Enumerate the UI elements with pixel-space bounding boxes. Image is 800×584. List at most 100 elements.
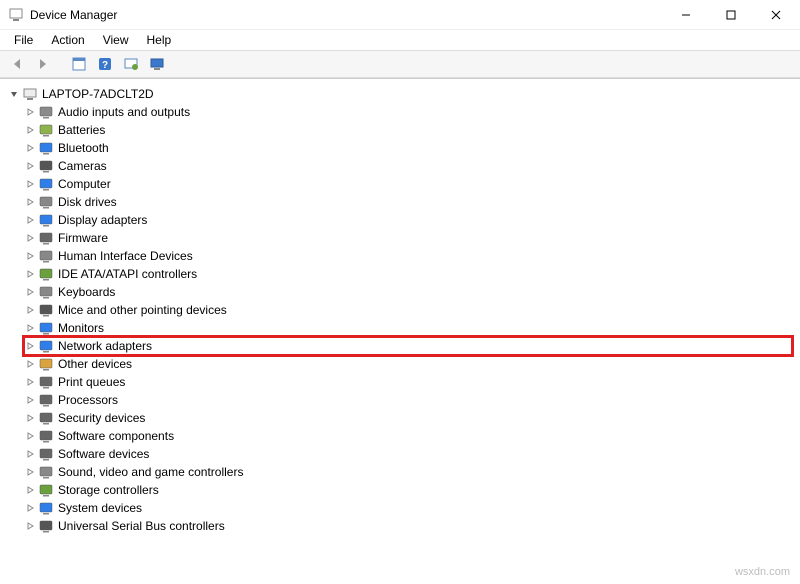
monitor-button[interactable] [146,53,168,75]
system-icon [38,500,54,516]
tree-item[interactable]: IDE ATA/ATAPI controllers [24,265,792,283]
expand-icon[interactable] [24,484,36,496]
tree-item[interactable]: Print queues [24,373,792,391]
tree-item[interactable]: Firmware [24,229,792,247]
expand-icon[interactable] [24,430,36,442]
tree-item-label: Processors [56,393,118,407]
expand-icon[interactable] [24,160,36,172]
expand-icon[interactable] [24,196,36,208]
disk-icon [38,194,54,210]
maximize-button[interactable] [708,0,753,30]
display-icon [38,212,54,228]
keyboard-icon [38,284,54,300]
expand-icon[interactable] [24,376,36,388]
tree-item[interactable]: Human Interface Devices [24,247,792,265]
expand-icon[interactable] [24,394,36,406]
expand-icon[interactable] [24,214,36,226]
tree-item[interactable]: Software components [24,427,792,445]
tree-item-label: Human Interface Devices [56,249,193,263]
expand-icon[interactable] [24,412,36,424]
expand-icon[interactable] [24,250,36,262]
tree-item[interactable]: Security devices [24,409,792,427]
back-button[interactable] [6,53,28,75]
tree-item-label: Disk drives [56,195,117,209]
expand-icon[interactable] [24,142,36,154]
tree-item-label: Batteries [56,123,105,137]
tree-item[interactable]: Bluetooth [24,139,792,157]
expand-icon[interactable] [24,520,36,532]
tree-item[interactable]: Disk drives [24,193,792,211]
expand-icon[interactable] [24,124,36,136]
watermark: wsxdn.com [735,566,790,578]
tree-item-label: Software components [56,429,174,443]
tree-item-label: Cameras [56,159,107,173]
expand-icon[interactable] [24,358,36,370]
window-title: Device Manager [30,8,663,22]
tree-item-label: Audio inputs and outputs [56,105,190,119]
tree-item[interactable]: Mice and other pointing devices [24,301,792,319]
tree-item[interactable]: Display adapters [24,211,792,229]
expand-icon[interactable] [24,304,36,316]
expand-icon[interactable] [24,448,36,460]
tree-root-row[interactable]: LAPTOP-7ADCLT2D [8,85,792,103]
audio-icon [38,104,54,120]
expand-icon[interactable] [24,502,36,514]
tree-item[interactable]: Software devices [24,445,792,463]
battery-icon [38,122,54,138]
forward-button[interactable] [32,53,54,75]
swdev-icon [38,446,54,462]
tree-item[interactable]: Sound, video and game controllers [24,463,792,481]
tree-item[interactable]: Monitors [24,319,792,337]
expand-icon[interactable] [24,178,36,190]
minimize-button[interactable] [663,0,708,30]
print-icon [38,374,54,390]
menu-file[interactable]: File [6,32,41,48]
tree-item-label: Monitors [56,321,104,335]
camera-icon [38,158,54,174]
network-icon [38,338,54,354]
toolbar: ? [0,50,800,78]
menubar: File Action View Help [0,30,800,50]
collapse-icon[interactable] [8,88,20,100]
tree-item[interactable]: System devices [24,499,792,517]
tree-item[interactable]: Network adapters [24,337,792,355]
tree-item[interactable]: Computer [24,175,792,193]
computer-icon [38,176,54,192]
tree-item-label: Security devices [56,411,145,425]
expand-icon[interactable] [24,106,36,118]
tree-item-label: Storage controllers [56,483,159,497]
tree-item[interactable]: Processors [24,391,792,409]
properties-button[interactable] [68,53,90,75]
tree-item[interactable]: Cameras [24,157,792,175]
menu-view[interactable]: View [95,32,137,48]
sound-icon [38,464,54,480]
help-button[interactable]: ? [94,53,116,75]
menu-help[interactable]: Help [139,32,180,48]
security-icon [38,410,54,426]
tree-item-label: IDE ATA/ATAPI controllers [56,267,197,281]
swcomp-icon [38,428,54,444]
tree-item-label: Software devices [56,447,149,461]
ide-icon [38,266,54,282]
tree-item-label: Network adapters [56,339,152,353]
tree-item[interactable]: Keyboards [24,283,792,301]
tree-item-label: Mice and other pointing devices [56,303,227,317]
expand-icon[interactable] [24,232,36,244]
expand-icon[interactable] [24,268,36,280]
tree-root-label: LAPTOP-7ADCLT2D [40,87,154,101]
expand-icon[interactable] [24,466,36,478]
tree-item[interactable]: Audio inputs and outputs [24,103,792,121]
expand-icon[interactable] [24,340,36,352]
scan-button[interactable] [120,53,142,75]
tree-item[interactable]: Universal Serial Bus controllers [24,517,792,535]
tree-item[interactable]: Other devices [24,355,792,373]
device-tree[interactable]: LAPTOP-7ADCLT2D Audio inputs and outputs… [0,78,800,566]
tree-item[interactable]: Batteries [24,121,792,139]
expand-icon[interactable] [24,286,36,298]
mouse-icon [38,302,54,318]
expand-icon[interactable] [24,322,36,334]
menu-action[interactable]: Action [43,32,92,48]
tree-item[interactable]: Storage controllers [24,481,792,499]
close-button[interactable] [753,0,798,30]
bluetooth-icon [38,140,54,156]
